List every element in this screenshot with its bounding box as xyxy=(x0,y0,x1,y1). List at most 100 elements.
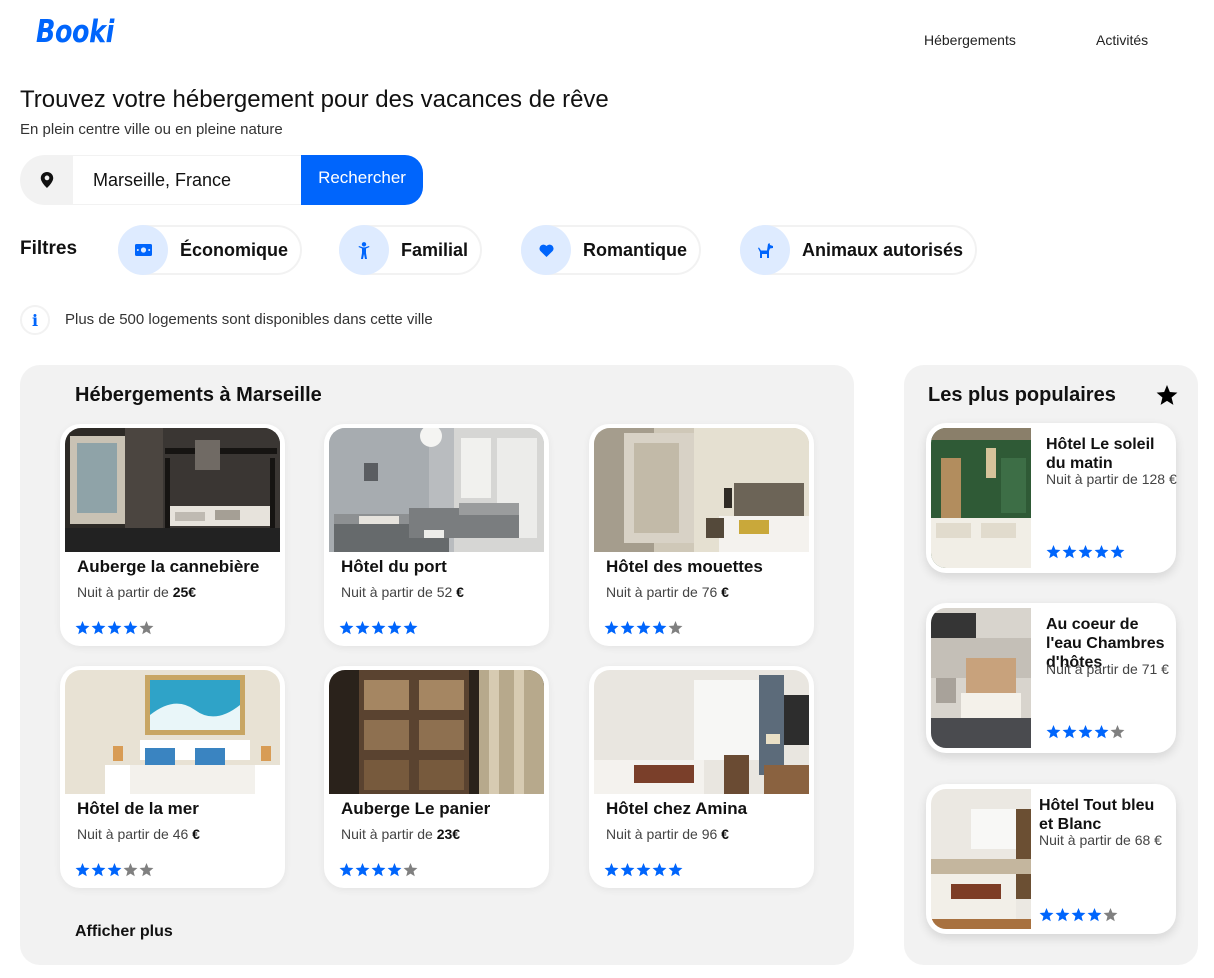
accommodation-name: Auberge la cannebière xyxy=(77,557,260,576)
accommodation-name: Hôtel des mouettes xyxy=(606,557,763,576)
accommodation-card[interactable]: Hôtel du port Nuit à partir de 52 € xyxy=(324,424,549,646)
star-icon xyxy=(1094,545,1109,559)
accommodation-card[interactable]: Auberge Le panier Nuit à partir de 23€ xyxy=(324,666,549,888)
accommodation-photo xyxy=(329,670,544,794)
accommodation-photo xyxy=(65,670,280,794)
accommodation-price: Nuit à partir de 76 € xyxy=(606,584,729,600)
star-icon xyxy=(1046,725,1061,739)
price-value: € xyxy=(192,826,200,842)
popular-name: Hôtel Le soleil du matin xyxy=(1046,436,1155,472)
search-input[interactable] xyxy=(73,155,302,205)
popular-price: Nuit à partir de 71 € xyxy=(1046,661,1169,677)
star-icon xyxy=(1039,908,1054,922)
star-icon xyxy=(355,863,370,877)
star-icon xyxy=(403,863,418,877)
accommodation-photo xyxy=(594,670,809,794)
search-bar: Rechercher xyxy=(20,155,423,205)
star-icon xyxy=(636,863,651,877)
filter-label: Économique xyxy=(180,239,289,260)
star-icon xyxy=(139,621,154,635)
popular-card[interactable]: Hôtel Tout bleu et Blanc Nuit à partir d… xyxy=(926,784,1176,934)
star-icon xyxy=(339,621,354,635)
popular-photo xyxy=(931,608,1031,748)
star-icon xyxy=(636,621,651,635)
price-value: € xyxy=(721,826,729,842)
filter-label: Familial xyxy=(401,239,469,260)
accommodation-photo xyxy=(594,428,809,552)
accommodation-name: Hôtel du port xyxy=(341,557,447,576)
star-icon xyxy=(1087,908,1102,922)
accommodation-price: Nuit à partir de 23€ xyxy=(341,826,460,842)
price-value: 23€ xyxy=(436,826,461,842)
page-subtitle: En plein centre ville ou en pleine natur… xyxy=(20,121,283,138)
accommodation-price: Nuit à partir de 52 € xyxy=(341,584,464,600)
rating-stars xyxy=(1046,545,1125,559)
star-icon xyxy=(1062,725,1077,739)
star-icon xyxy=(355,621,370,635)
star-icon xyxy=(1046,545,1061,559)
accommodation-card[interactable]: Hôtel de la mer Nuit à partir de 46 € xyxy=(60,666,285,888)
star-icon xyxy=(668,621,683,635)
star-icon xyxy=(652,621,667,635)
star-icon xyxy=(1156,385,1178,411)
filter-romantique[interactable]: Romantique xyxy=(521,225,702,275)
star-icon xyxy=(107,621,122,635)
price-value: € xyxy=(456,584,464,600)
star-icon xyxy=(403,621,418,635)
star-icon xyxy=(387,621,402,635)
filter-animaux[interactable]: Animaux autorisés xyxy=(740,225,978,275)
popular-photo xyxy=(931,428,1031,568)
popular-photo xyxy=(931,789,1031,929)
star-icon xyxy=(1110,725,1125,739)
search-button[interactable]: Rechercher xyxy=(301,155,423,205)
star-icon xyxy=(604,863,619,877)
filter-familial[interactable]: Familial xyxy=(339,225,483,275)
popular-card[interactable]: Hôtel Le soleil du matin Nuit à partir d… xyxy=(926,423,1177,573)
star-icon xyxy=(91,863,106,877)
money-icon xyxy=(118,225,168,275)
booki-logo[interactable]: Booki xyxy=(36,14,114,50)
price-value: € xyxy=(721,584,729,600)
child-icon xyxy=(339,225,389,275)
filter-label: Animaux autorisés xyxy=(802,239,964,260)
show-more-link[interactable]: Afficher plus xyxy=(75,923,173,941)
filter-label: Romantique xyxy=(583,239,688,260)
filter-economique[interactable]: Économique xyxy=(118,225,303,275)
accommodation-name: Hôtel chez Amina xyxy=(606,799,748,818)
accommodation-card[interactable]: Hôtel des mouettes Nuit à partir de 76 € xyxy=(589,424,814,646)
price-prefix: Nuit à partir de 76 xyxy=(606,584,722,600)
accommodation-price: Nuit à partir de 25€ xyxy=(77,584,196,600)
star-icon xyxy=(339,863,354,877)
star-icon xyxy=(1078,545,1093,559)
accommodation-card[interactable]: Auberge la cannebière Nuit à partir de 2… xyxy=(60,424,285,646)
popular-card[interactable]: Au coeur de l'eau Chambres d'hôtes Nuit … xyxy=(926,603,1176,753)
star-icon xyxy=(1094,725,1109,739)
star-icon xyxy=(620,863,635,877)
star-icon xyxy=(123,863,138,877)
rating-stars xyxy=(604,863,683,877)
accommodation-photo xyxy=(65,428,280,552)
page-title: Trouvez votre hébergement pour des vacan… xyxy=(20,86,609,113)
dog-icon xyxy=(740,225,790,275)
rating-stars xyxy=(339,621,418,635)
star-icon xyxy=(107,863,122,877)
price-prefix: Nuit à partir de xyxy=(77,584,173,600)
rating-stars xyxy=(1039,908,1118,922)
star-icon xyxy=(371,863,386,877)
rating-stars xyxy=(75,863,154,877)
filters-label: Filtres xyxy=(20,238,78,259)
star-icon xyxy=(371,621,386,635)
star-icon xyxy=(1110,545,1125,559)
star-icon xyxy=(604,621,619,635)
info-icon: i xyxy=(20,305,50,335)
accommodation-price: Nuit à partir de 96 € xyxy=(606,826,729,842)
accommodations-title: Hébergements à Marseille xyxy=(75,384,322,406)
nav-hebergements[interactable]: Hébergements xyxy=(924,32,1016,48)
accommodation-card[interactable]: Hôtel chez Amina Nuit à partir de 96 € xyxy=(589,666,814,888)
star-icon xyxy=(652,863,667,877)
accommodation-price: Nuit à partir de 46 € xyxy=(77,826,200,842)
nav-activites[interactable]: Activités xyxy=(1096,32,1148,48)
star-icon xyxy=(75,621,90,635)
price-prefix: Nuit à partir de 52 xyxy=(341,584,457,600)
star-icon xyxy=(123,621,138,635)
